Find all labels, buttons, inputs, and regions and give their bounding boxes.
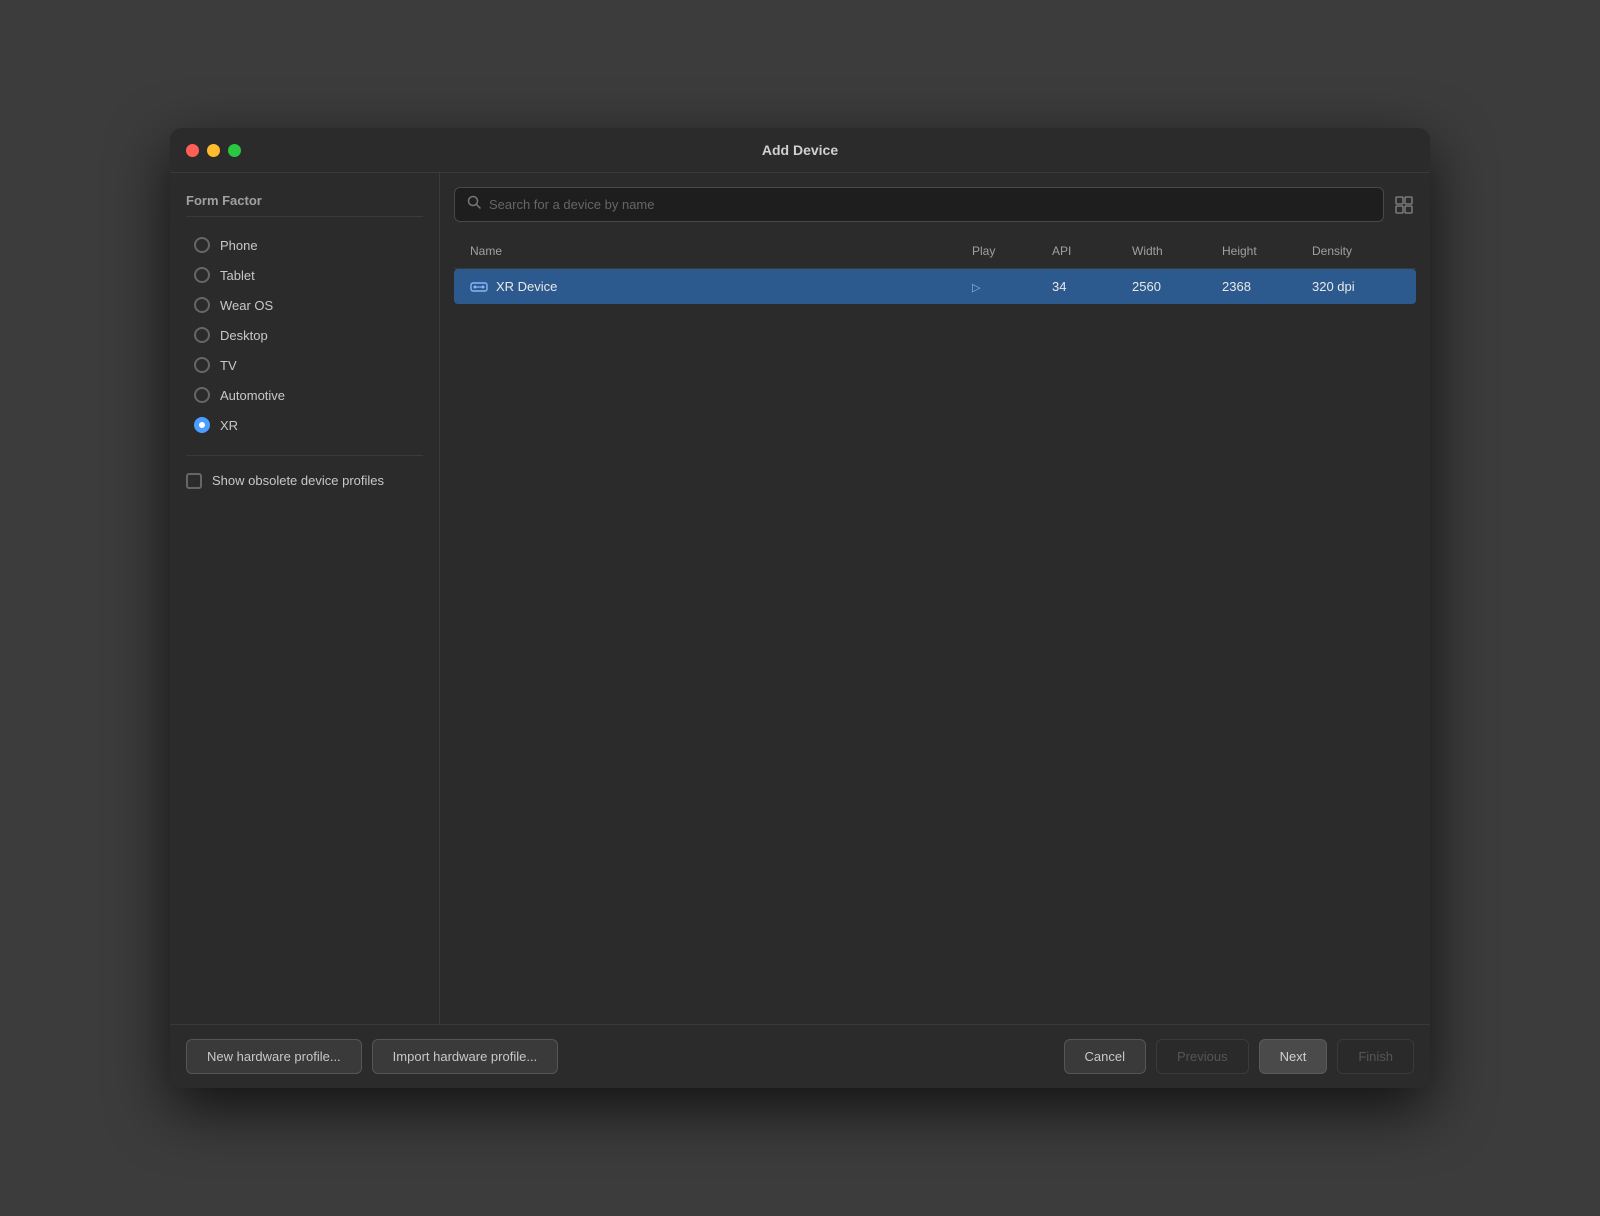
device-name-label: XR Device (496, 279, 557, 294)
finish-button[interactable]: Finish (1337, 1039, 1414, 1074)
sidebar-label-phone: Phone (220, 238, 258, 253)
cell-width: 2560 (1126, 275, 1216, 298)
sidebar-label-desktop: Desktop (220, 328, 268, 343)
add-device-dialog: Add Device Form Factor Phone Tablet (170, 128, 1430, 1088)
title-bar: Add Device (170, 128, 1430, 173)
traffic-lights (186, 144, 241, 157)
sidebar: Form Factor Phone Tablet Wear OS (170, 173, 440, 1024)
radio-desktop (194, 327, 210, 343)
main-content: Form Factor Phone Tablet Wear OS (170, 173, 1430, 1024)
import-hardware-profile-button[interactable]: Import hardware profile... (372, 1039, 559, 1074)
radio-phone (194, 237, 210, 253)
sidebar-label-tablet: Tablet (220, 268, 255, 283)
sidebar-item-xr[interactable]: XR (186, 411, 423, 439)
main-panel: Name Play API Width Height Density (440, 173, 1430, 1024)
footer-right: Cancel Previous Next Finish (1064, 1039, 1414, 1074)
radio-wear-os (194, 297, 210, 313)
sidebar-item-tv[interactable]: TV (186, 351, 423, 379)
cell-api: 34 (1046, 275, 1126, 298)
sidebar-item-tablet[interactable]: Tablet (186, 261, 423, 289)
maximize-button[interactable] (228, 144, 241, 157)
show-obsolete-checkbox[interactable] (186, 473, 202, 489)
sidebar-label-wear-os: Wear OS (220, 298, 273, 313)
cell-height: 2368 (1216, 275, 1306, 298)
footer: New hardware profile... Import hardware … (170, 1024, 1430, 1088)
sidebar-item-wear-os[interactable]: Wear OS (186, 291, 423, 319)
form-factor-radio-group: Phone Tablet Wear OS Desktop (186, 231, 423, 439)
table-view-toggle[interactable] (1392, 193, 1416, 217)
col-width: Width (1126, 240, 1216, 262)
close-button[interactable] (186, 144, 199, 157)
search-input[interactable] (489, 197, 1371, 212)
show-obsolete-checkbox-label[interactable]: Show obsolete device profiles (186, 472, 423, 490)
table-header: Name Play API Width Height Density (454, 234, 1416, 269)
new-hardware-profile-button[interactable]: New hardware profile... (186, 1039, 362, 1074)
search-field[interactable] (454, 187, 1384, 222)
dialog-title: Add Device (762, 142, 838, 158)
cell-device-name: XR Device (464, 275, 966, 298)
col-play: Play (966, 240, 1046, 262)
col-height: Height (1216, 240, 1306, 262)
search-icon (467, 195, 481, 214)
xr-device-icon (470, 280, 488, 294)
radio-tv (194, 357, 210, 373)
table-row[interactable]: XR Device ▷ 34 2560 2368 320 dpi (454, 269, 1416, 304)
sidebar-divider (186, 455, 423, 456)
sidebar-item-desktop[interactable]: Desktop (186, 321, 423, 349)
col-density: Density (1306, 240, 1406, 262)
cancel-button[interactable]: Cancel (1064, 1039, 1146, 1074)
show-obsolete-label: Show obsolete device profiles (212, 472, 384, 490)
next-button[interactable]: Next (1259, 1039, 1328, 1074)
cell-density: 320 dpi (1306, 275, 1406, 298)
sidebar-label-automotive: Automotive (220, 388, 285, 403)
footer-left: New hardware profile... Import hardware … (186, 1039, 1054, 1074)
form-factor-heading: Form Factor (186, 193, 423, 217)
col-api: API (1046, 240, 1126, 262)
col-name: Name (464, 240, 966, 262)
play-icon: ▷ (972, 282, 980, 294)
minimize-button[interactable] (207, 144, 220, 157)
previous-button[interactable]: Previous (1156, 1039, 1249, 1074)
cell-play: ▷ (966, 275, 1046, 298)
radio-xr (194, 417, 210, 433)
device-table: Name Play API Width Height Density (454, 234, 1416, 1010)
search-container (454, 187, 1416, 222)
sidebar-label-xr: XR (220, 418, 238, 433)
sidebar-label-tv: TV (220, 358, 237, 373)
radio-tablet (194, 267, 210, 283)
radio-automotive (194, 387, 210, 403)
sidebar-item-phone[interactable]: Phone (186, 231, 423, 259)
sidebar-item-automotive[interactable]: Automotive (186, 381, 423, 409)
